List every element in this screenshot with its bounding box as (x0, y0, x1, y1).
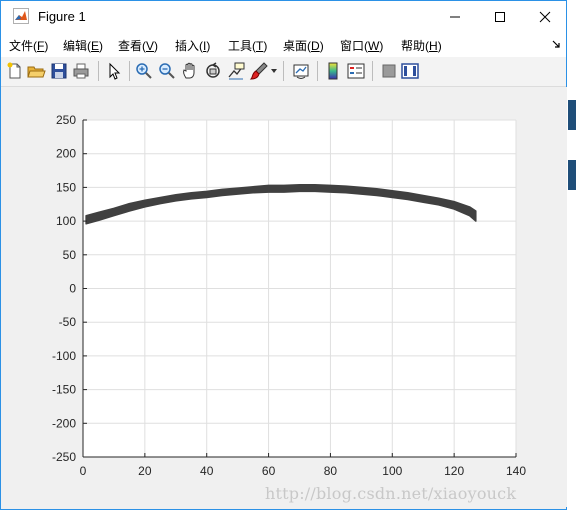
y-tick-label: -100 (52, 349, 76, 363)
maximize-icon (495, 11, 505, 22)
maximize-button[interactable] (477, 1, 523, 32)
y-tick-label: 100 (56, 214, 76, 228)
minimize-icon (450, 16, 460, 17)
menu-tools[interactable]: 工具(T) (228, 37, 267, 54)
figure-toolbar (1, 57, 566, 87)
colorbar-icon[interactable] (323, 61, 343, 81)
menu-desktop[interactable]: 桌面(D) (283, 37, 324, 54)
x-tick-label: 60 (262, 464, 276, 478)
figure-window: Figure 1 文件(F) 编辑(E) 查看(V) 插入(I) 工具(T) 桌… (0, 0, 567, 510)
background-page (568, 0, 576, 514)
hide-plot-tools-icon[interactable] (379, 61, 399, 81)
background-banner (568, 160, 576, 190)
window-title: Figure 1 (38, 9, 86, 24)
x-tick-label: 80 (324, 464, 338, 478)
menu-insert[interactable]: 插入(I) (175, 37, 210, 54)
legend-icon[interactable] (346, 61, 366, 81)
brush-icon[interactable] (249, 61, 269, 81)
x-tick-label: 20 (138, 464, 152, 478)
minimize-button[interactable] (432, 1, 478, 32)
close-icon (539, 11, 551, 22)
y-tick-label: 0 (69, 282, 76, 296)
toolbar-separator (372, 61, 373, 81)
link-plot-icon[interactable] (291, 61, 311, 81)
menu-edit[interactable]: 编辑(E) (63, 37, 103, 54)
print-icon[interactable] (71, 61, 91, 81)
x-tick-label: 100 (382, 464, 402, 478)
pan-icon[interactable] (180, 61, 200, 81)
menu-help[interactable]: 帮助(H) (401, 37, 442, 54)
toolbar-separator (283, 61, 284, 81)
title-bar[interactable]: Figure 1 (1, 1, 566, 33)
dock-arrow-icon[interactable] (551, 39, 561, 49)
brush-dropdown-icon[interactable] (271, 69, 277, 74)
y-tick-labels: 250 200 150 100 50 0 -50 -100 -150 -200 -250 (52, 113, 76, 464)
menu-bar: 文件(F) 编辑(E) 查看(V) 插入(I) 工具(T) 桌面(D) 窗口(W… (1, 32, 566, 57)
figure-canvas[interactable]: 0 20 40 60 80 100 120 140 250 200 150 100 50 0 -50 -10… (9, 87, 567, 507)
y-tick-label: -150 (52, 383, 76, 397)
y-tick-label: 50 (63, 248, 77, 262)
save-icon[interactable] (49, 61, 69, 81)
y-tick-label: 200 (56, 147, 76, 161)
x-tick-label: 40 (200, 464, 214, 478)
new-figure-icon[interactable] (5, 61, 25, 81)
rotate-3d-icon[interactable] (203, 61, 223, 81)
watermark-text: http://blog.csdn.net/xiaoyouck (265, 484, 517, 503)
y-tick-label: -250 (52, 450, 76, 464)
y-tick-label: -200 (52, 416, 76, 430)
pointer-icon[interactable] (104, 61, 124, 81)
menu-window[interactable]: 窗口(W) (340, 37, 383, 54)
x-tick-label: 140 (506, 464, 526, 478)
toolbar-separator (129, 61, 130, 81)
x-tick-label: 0 (80, 464, 87, 478)
close-button[interactable] (522, 1, 568, 32)
y-tick-label: 250 (56, 113, 76, 127)
show-plot-tools-icon[interactable] (400, 61, 420, 81)
data-cursor-icon[interactable] (226, 61, 246, 81)
zoom-out-icon[interactable] (157, 61, 177, 81)
background-banner (568, 100, 576, 130)
x-tick-labels: 0 20 40 60 80 100 120 140 (80, 464, 527, 478)
toolbar-separator (98, 61, 99, 81)
plot-axes[interactable]: 0 20 40 60 80 100 120 140 250 200 150 100 50 0 -50 -10… (9, 87, 567, 507)
open-file-icon[interactable] (26, 61, 46, 81)
zoom-in-icon[interactable] (134, 61, 154, 81)
y-tick-label: -50 (59, 315, 77, 329)
menu-file[interactable]: 文件(F) (9, 37, 48, 54)
matlab-logo-icon (13, 8, 29, 24)
y-tick-label: 150 (56, 180, 76, 194)
x-tick-label: 120 (444, 464, 464, 478)
toolbar-separator (317, 61, 318, 81)
menu-view[interactable]: 查看(V) (118, 37, 158, 54)
